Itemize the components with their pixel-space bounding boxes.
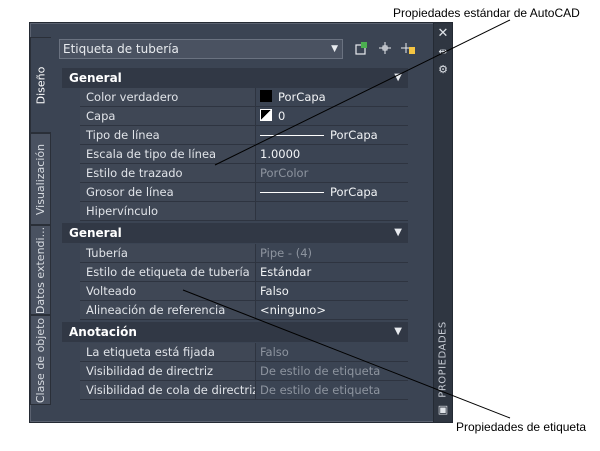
prop-name: Hipervínculo <box>80 202 256 220</box>
prop-value[interactable]: <ninguno> <box>257 301 408 319</box>
table-row[interactable]: Grosor de línea PorCapa <box>80 183 408 202</box>
prop-name: Tubería <box>80 244 256 262</box>
tab-clase-de-objeto-label: Clase de objeto <box>34 317 47 403</box>
callout-standard-properties: Propiedades estándar de AutoCAD <box>393 6 580 20</box>
section-anotacion-header[interactable]: Anotación ▼ <box>62 322 408 342</box>
object-type-value: Etiqueta de tubería <box>63 42 179 56</box>
prop-name: Capa <box>80 107 256 125</box>
prop-value[interactable]: PorCapa <box>257 183 408 201</box>
tab-datos-extendidos-label: Datos extendi... <box>34 226 47 314</box>
prop-name: Alineación de referencia <box>80 301 256 319</box>
prop-value[interactable]: Estándar <box>257 263 408 281</box>
table-row[interactable]: Visibilidad de directriz De estilo de et… <box>80 362 408 381</box>
prop-value: Falso <box>260 345 289 359</box>
section-gutter <box>62 342 80 400</box>
prop-value: De estilo de etiqueta <box>260 383 381 397</box>
object-type-dropdown[interactable]: Etiqueta de tubería ▼ <box>59 39 343 59</box>
quick-select-icon[interactable] <box>352 40 370 58</box>
table-row[interactable]: La etiqueta está fijada Falso <box>80 343 408 362</box>
color-swatch-icon <box>260 90 272 102</box>
prop-name: Grosor de línea <box>80 183 256 201</box>
chevron-down-icon: ▼ <box>331 44 338 54</box>
table-row[interactable]: Alineación de referencia <ninguno> <box>80 301 408 320</box>
prop-value-text: PorCapa <box>330 185 378 199</box>
chevron-down-icon: ▼ <box>394 227 402 238</box>
prop-name: Estilo de etiqueta de tubería <box>80 263 256 281</box>
palette-title: PROPIEDADES <box>435 319 451 399</box>
table-row[interactable]: Tubería Pipe - (4) <box>80 244 408 263</box>
prop-name: Volteado <box>80 282 256 300</box>
tab-visualizacion-label: Visualización <box>34 143 47 215</box>
section-gutter <box>62 243 80 321</box>
prop-name: Visibilidad de cola de directriz <box>80 381 256 399</box>
chevron-down-icon: ▼ <box>394 326 402 337</box>
palette-titlebar[interactable]: ✕ ⇹ ⚙ ▣ PROPIEDADES <box>433 23 452 422</box>
prop-value[interactable] <box>257 202 408 220</box>
callout-label-properties: Propiedades de etiqueta <box>456 420 587 434</box>
section-gutter <box>62 88 80 222</box>
prop-value: Pipe - (4) <box>260 246 313 260</box>
prop-value[interactable]: Falso <box>257 282 408 300</box>
section-general-2-title: General <box>69 226 122 240</box>
prop-value-text: PorCapa <box>330 128 378 142</box>
tab-diseno[interactable]: Diseño <box>30 37 51 133</box>
prop-value: PorColor <box>260 166 309 180</box>
prop-name: Visibilidad de directriz <box>80 362 256 380</box>
palette-content: Etiqueta de tubería ▼ General ▼ Color ve… <box>56 34 434 418</box>
prop-name: Estilo de trazado <box>80 164 256 182</box>
table-row[interactable]: Volteado Falso <box>80 282 408 301</box>
table-row[interactable]: Hipervínculo <box>80 202 408 221</box>
layer-swatch-icon <box>260 109 272 121</box>
section-general-1-header[interactable]: General ▼ <box>62 68 408 88</box>
close-icon[interactable]: ✕ <box>434 27 452 41</box>
properties-palette: Diseño Visualización Datos extendi... Cl… <box>29 22 453 423</box>
prop-name: Escala de tipo de línea <box>80 145 256 163</box>
table-row[interactable]: Capa 0 <box>80 107 408 126</box>
prop-value[interactable]: 1.0000 <box>257 145 408 163</box>
prop-value[interactable]: PorCapa <box>257 126 408 144</box>
table-row[interactable]: Escala de tipo de línea 1.0000 <box>80 145 408 164</box>
section-anotacion-title: Anotación <box>69 325 137 339</box>
prop-value-text: PorCapa <box>278 90 326 104</box>
prop-name: Tipo de línea <box>80 126 256 144</box>
section-general-2-header[interactable]: General ▼ <box>62 223 408 243</box>
properties-menu-icon[interactable]: ⚙ <box>434 63 452 77</box>
tab-visualizacion[interactable]: Visualización <box>30 133 51 225</box>
table-row[interactable]: Color verdadero PorCapa <box>80 88 408 107</box>
prop-name: La etiqueta está fijada <box>80 343 256 361</box>
lineweight-sample-icon <box>260 192 324 193</box>
table-row[interactable]: Tipo de línea PorCapa <box>80 126 408 145</box>
prop-value[interactable]: PorCapa <box>257 88 408 106</box>
table-row[interactable]: Estilo de etiqueta de tubería Estándar <box>80 263 408 282</box>
table-row[interactable]: Estilo de trazado PorColor <box>80 164 408 183</box>
prop-value-text: 0 <box>278 109 286 123</box>
tab-datos-extendidos[interactable]: Datos extendi... <box>30 225 51 315</box>
settings-icon[interactable]: ▣ <box>434 403 452 417</box>
prop-value[interactable]: 0 <box>257 107 408 125</box>
linetype-sample-icon <box>260 135 324 136</box>
prop-name: Color verdadero <box>80 88 256 106</box>
palette-title-text: PROPIEDADES <box>437 320 449 398</box>
prop-value: De estilo de etiqueta <box>260 364 381 378</box>
select-objects-icon[interactable] <box>376 40 394 58</box>
section-general-1-title: General <box>69 71 122 85</box>
autohide-icon[interactable]: ⇹ <box>434 45 452 59</box>
toggle-pickadd-icon[interactable] <box>399 40 417 58</box>
table-row[interactable]: Visibilidad de cola de directriz De esti… <box>80 381 408 400</box>
tab-clase-de-objeto[interactable]: Clase de objeto <box>30 315 51 405</box>
chevron-down-icon: ▼ <box>394 72 402 83</box>
tab-diseno-label: Diseño <box>34 66 48 104</box>
